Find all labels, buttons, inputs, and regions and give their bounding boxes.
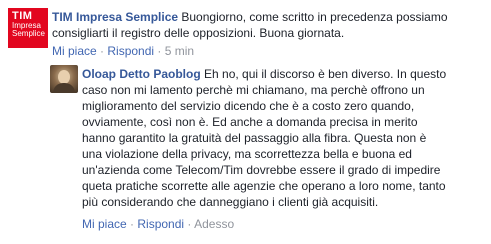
avatar-body xyxy=(53,83,75,93)
reply-text-line: caso non mi lamento perchè mi chiamano, … xyxy=(82,83,425,97)
reply-line-1: Oloap Detto Paoblog Eh no, qui il discor… xyxy=(82,66,487,82)
avatar-tim[interactable]: TIM Impresa Semplice xyxy=(8,8,48,48)
comment-line-1: TIM Impresa Semplice Buongiorno, come sc… xyxy=(52,9,482,25)
comment-text: Buongiorno, come scritto in precedenza p… xyxy=(178,10,448,24)
avatar-sub-text-2: Semplice xyxy=(12,29,45,38)
reply-text-line: un'azienda come Telecom/Tim dovrebbe ess… xyxy=(82,163,441,177)
author-name[interactable]: Oloap Detto Paoblog xyxy=(82,67,201,81)
timestamp[interactable]: 5 min xyxy=(165,44,194,58)
reply-text-line: ovviamente, così non è. Ed anche a doman… xyxy=(82,115,418,129)
avatar-oloap[interactable] xyxy=(50,65,78,93)
reply-text-line: una violazione della privacy, ma scorret… xyxy=(82,147,412,161)
avatar-face xyxy=(58,70,70,84)
author-name[interactable]: TIM Impresa Semplice xyxy=(52,10,178,24)
comment-actions: Mi piace · Rispondi · 5 min xyxy=(52,43,194,59)
reply-text: Eh no, qui il discorso è ben diverso. In… xyxy=(200,67,447,81)
reply-body: Oloap Detto Paoblog Eh no, qui il discor… xyxy=(82,66,487,210)
like-link[interactable]: Mi piace xyxy=(52,44,97,58)
comment-text-line-2: consigliarti il registro delle opposizio… xyxy=(52,26,345,40)
reply-text-line: queta pratiche scorrette alle agenzie ch… xyxy=(82,179,446,193)
timestamp[interactable]: Adesso xyxy=(194,217,234,231)
reply-actions: Mi piace · Rispondi · Adesso xyxy=(82,216,234,232)
reply-link[interactable]: Rispondi xyxy=(107,44,154,58)
comment-body: TIM Impresa Semplice Buongiorno, come sc… xyxy=(52,9,482,41)
reply-text-line: più considerando che danneggiano i clien… xyxy=(82,195,379,209)
reply-text-line: hanno garantito la gratuità del passaggi… xyxy=(82,131,427,145)
reply-link[interactable]: Rispondi xyxy=(137,217,184,231)
like-link[interactable]: Mi piace xyxy=(82,217,127,231)
reply-text-line: miglioramento del servizio dicendo che è… xyxy=(82,99,415,113)
separator: · xyxy=(157,44,165,58)
